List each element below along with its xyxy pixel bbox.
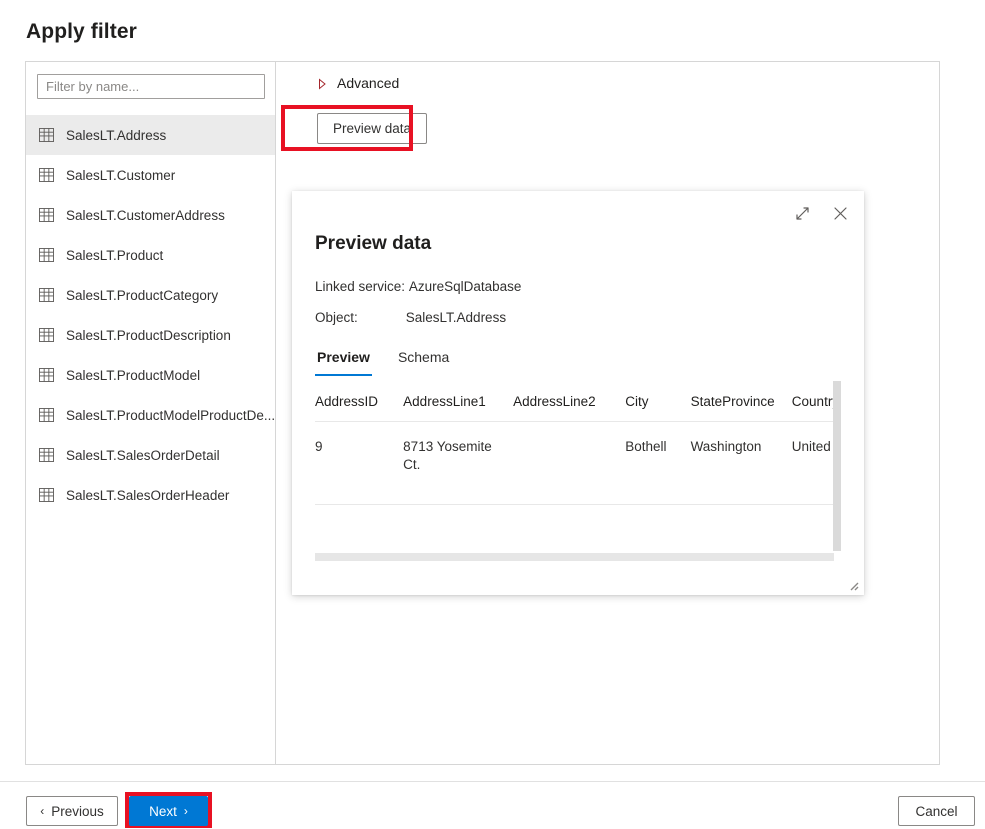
object-list-item[interactable]: SalesLT.ProductModelProductDe... bbox=[26, 395, 275, 435]
object-list-item-label: SalesLT.ProductDescription bbox=[66, 328, 231, 343]
next-button-label: Next bbox=[149, 804, 177, 819]
table-icon bbox=[39, 488, 66, 502]
table-icon bbox=[39, 288, 66, 302]
object-list-item-label: SalesLT.CustomerAddress bbox=[66, 208, 225, 223]
cancel-button[interactable]: Cancel bbox=[898, 796, 975, 826]
preview-data-dialog: Preview data Linked service: AzureSqlDat… bbox=[292, 191, 864, 595]
close-icon[interactable] bbox=[828, 201, 852, 225]
table-icon bbox=[39, 168, 66, 182]
linked-service-row: Linked service: AzureSqlDatabase bbox=[315, 279, 521, 294]
chevron-left-icon: ‹ bbox=[40, 805, 44, 817]
object-label: Object: bbox=[315, 310, 402, 325]
chevron-right-icon bbox=[317, 77, 327, 89]
object-list-pane: SalesLT.Address SalesLT.Customer SalesLT… bbox=[26, 62, 276, 764]
previous-button[interactable]: ‹ Previous bbox=[26, 796, 118, 826]
dialog-tabs: Preview Schema bbox=[315, 349, 451, 376]
dialog-window-controls bbox=[790, 201, 852, 225]
preview-table-scroll-area: AddressIDAddressLine1AddressLine2CitySta… bbox=[315, 384, 841, 560]
object-list-item-label: SalesLT.SalesOrderHeader bbox=[66, 488, 229, 503]
table-cell: Bothell bbox=[625, 422, 690, 505]
table-vertical-scrollbar[interactable] bbox=[833, 381, 841, 551]
object-list-item[interactable]: SalesLT.SalesOrderDetail bbox=[26, 435, 275, 475]
object-list-item[interactable]: SalesLT.Product bbox=[26, 235, 275, 275]
table-icon bbox=[39, 328, 66, 342]
table-column-header: AddressLine2 bbox=[513, 384, 625, 422]
table-horizontal-scrollbar[interactable] bbox=[315, 553, 834, 561]
linked-service-value: AzureSqlDatabase bbox=[409, 279, 522, 294]
object-list-item[interactable]: SalesLT.ProductCategory bbox=[26, 275, 275, 315]
table-cell: 9 bbox=[315, 422, 403, 505]
object-list-item-label: SalesLT.ProductModelProductDe... bbox=[66, 408, 275, 423]
table-column-header: City bbox=[625, 384, 690, 422]
table-header-row: AddressIDAddressLine1AddressLine2CitySta… bbox=[315, 384, 841, 422]
expand-diagonal-icon[interactable] bbox=[790, 201, 814, 225]
table-column-header: AddressID bbox=[315, 384, 403, 422]
next-button[interactable]: Next › bbox=[129, 796, 208, 826]
advanced-toggle[interactable]: Advanced bbox=[317, 75, 399, 91]
dialog-resize-handle[interactable] bbox=[846, 578, 859, 591]
object-list: SalesLT.Address SalesLT.Customer SalesLT… bbox=[26, 115, 275, 515]
table-icon bbox=[39, 248, 66, 262]
object-list-item-label: SalesLT.Product bbox=[66, 248, 163, 263]
preview-data-table: AddressIDAddressLine1AddressLine2CitySta… bbox=[315, 384, 841, 505]
table-icon bbox=[39, 128, 66, 142]
table-cell: 8713 Yosemite Ct. bbox=[403, 422, 513, 505]
preview-data-button[interactable]: Preview data bbox=[317, 113, 427, 144]
table-column-header: StateProvince bbox=[691, 384, 792, 422]
dialog-tab[interactable]: Schema bbox=[396, 349, 451, 376]
filter-by-name-input[interactable] bbox=[37, 74, 265, 99]
object-list-item[interactable]: SalesLT.SalesOrderHeader bbox=[26, 475, 275, 515]
object-list-item[interactable]: SalesLT.CustomerAddress bbox=[26, 195, 275, 235]
object-list-item[interactable]: SalesLT.ProductModel bbox=[26, 355, 275, 395]
table-icon bbox=[39, 208, 66, 222]
table-icon bbox=[39, 448, 66, 462]
table-cell bbox=[513, 422, 625, 505]
dialog-title: Preview data bbox=[315, 233, 431, 255]
object-row: Object: SalesLT.Address bbox=[315, 310, 506, 325]
previous-button-label: Previous bbox=[51, 804, 104, 819]
linked-service-label: Linked service: bbox=[315, 279, 405, 294]
object-list-item[interactable]: SalesLT.Address bbox=[26, 115, 275, 155]
table-icon bbox=[39, 368, 66, 382]
object-list-item-label: SalesLT.ProductModel bbox=[66, 368, 200, 383]
page-title: Apply filter bbox=[26, 20, 137, 44]
table-body: 98713 Yosemite Ct.BothellWashingtonUnite… bbox=[315, 422, 841, 505]
object-list-item[interactable]: SalesLT.Customer bbox=[26, 155, 275, 195]
object-list-item-label: SalesLT.ProductCategory bbox=[66, 288, 218, 303]
footer-divider bbox=[0, 781, 985, 782]
chevron-right-icon: › bbox=[184, 805, 188, 817]
object-list-item[interactable]: SalesLT.ProductDescription bbox=[26, 315, 275, 355]
object-list-item-label: SalesLT.SalesOrderDetail bbox=[66, 448, 220, 463]
table-icon bbox=[39, 408, 66, 422]
dialog-tab[interactable]: Preview bbox=[315, 349, 372, 376]
table-cell: Washington bbox=[691, 422, 792, 505]
object-list-item-label: SalesLT.Address bbox=[66, 128, 166, 143]
table-row: 98713 Yosemite Ct.BothellWashingtonUnite… bbox=[315, 422, 841, 505]
table-column-header: AddressLine1 bbox=[403, 384, 513, 422]
object-list-item-label: SalesLT.Customer bbox=[66, 168, 175, 183]
advanced-label: Advanced bbox=[337, 75, 399, 91]
object-value: SalesLT.Address bbox=[406, 310, 506, 325]
